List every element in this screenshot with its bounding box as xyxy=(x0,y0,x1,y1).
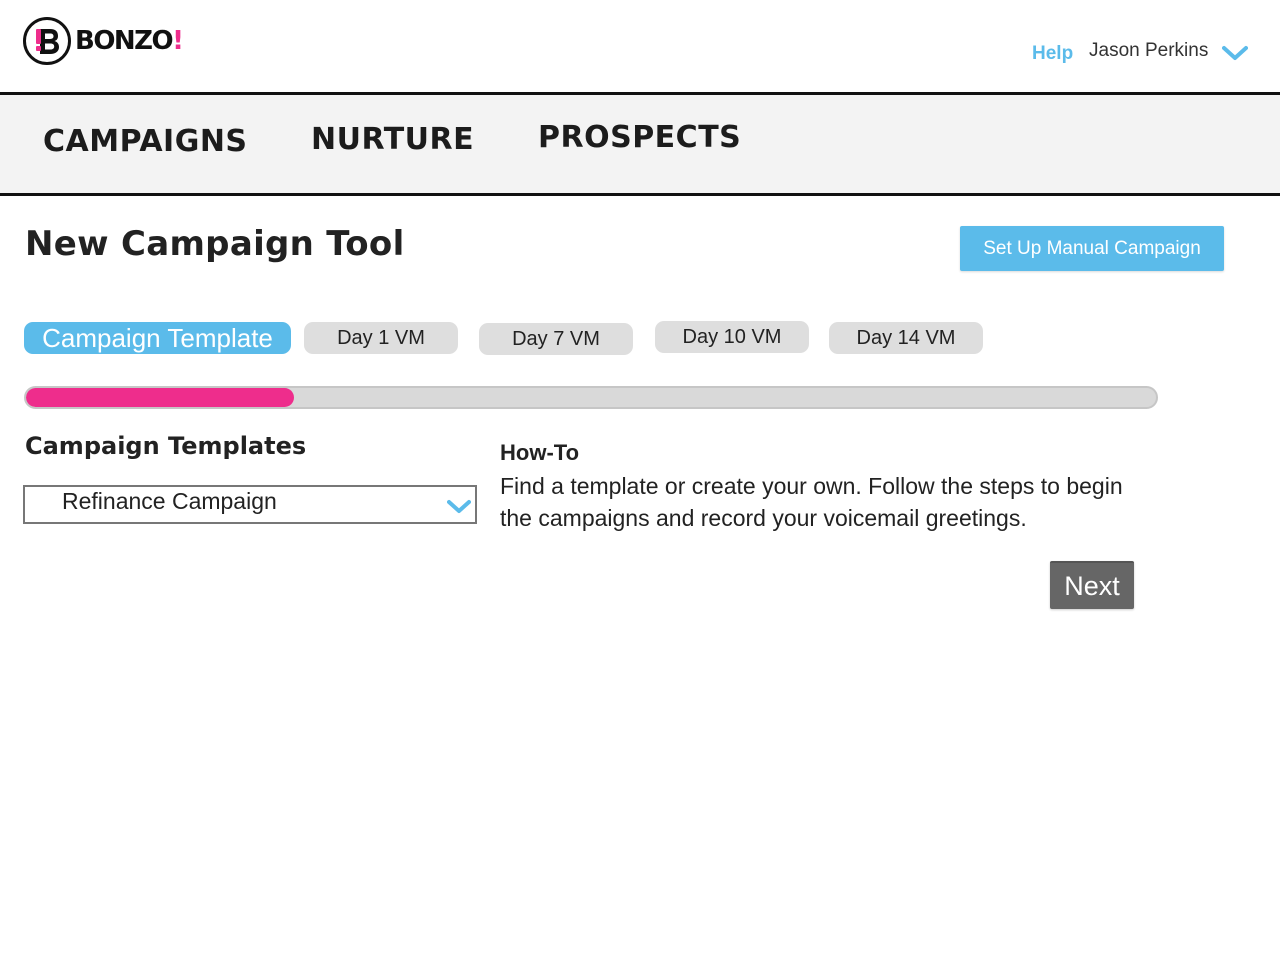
step-tab-day-1-vm[interactable]: Day 1 VM xyxy=(304,322,458,354)
nav-item-prospects[interactable]: PROSPECTS xyxy=(538,120,741,155)
nav-item-nurture[interactable]: NURTURE xyxy=(311,122,474,157)
user-menu[interactable]: Jason Perkins xyxy=(1089,40,1249,62)
step-tab-day-14-vm[interactable]: Day 14 VM xyxy=(829,322,983,354)
chevron-down-icon xyxy=(1222,46,1249,60)
campaign-templates-heading: Campaign Templates xyxy=(25,432,307,460)
chevron-down-icon xyxy=(447,500,471,513)
howto-text: Find a template or create your own. Foll… xyxy=(500,473,1123,531)
bonzo-logo-icon xyxy=(23,17,71,65)
howto-heading: How-To xyxy=(500,440,580,465)
step-tab-campaign-template[interactable]: Campaign Template xyxy=(24,322,291,354)
step-tab-day-7-vm[interactable]: Day 7 VM xyxy=(479,323,633,355)
help-link[interactable]: Help xyxy=(1032,43,1073,65)
bonzo-logo[interactable]: BONZO ! xyxy=(23,17,184,65)
user-name: Jason Perkins xyxy=(1089,40,1209,61)
main-nav: CAMPAIGNS NURTURE PROSPECTS xyxy=(0,92,1280,196)
logo-exclamation: ! xyxy=(172,26,184,56)
template-select-value: Refinance Campaign xyxy=(62,488,277,514)
page-title: New Campaign Tool xyxy=(25,224,405,264)
campaign-template-select[interactable]: Refinance Campaign xyxy=(23,485,477,524)
nav-item-campaigns[interactable]: CAMPAIGNS xyxy=(43,124,248,159)
setup-manual-campaign-button[interactable]: Set Up Manual Campaign xyxy=(960,226,1224,271)
step-tab-day-10-vm[interactable]: Day 10 VM xyxy=(655,321,809,353)
logo-wordmark: BONZO xyxy=(75,26,174,56)
progress-fill xyxy=(26,388,294,407)
progress-bar xyxy=(24,386,1158,409)
next-button[interactable]: Next xyxy=(1050,561,1134,609)
